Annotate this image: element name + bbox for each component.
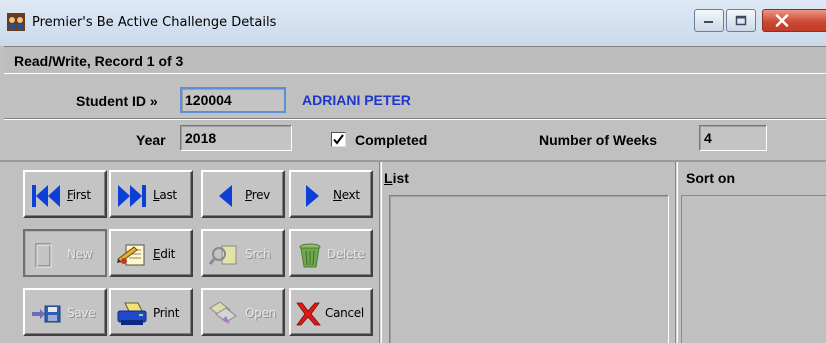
search-icon <box>208 245 237 265</box>
minimize-icon <box>704 20 713 23</box>
prev-button[interactable]: Prev <box>201 170 285 218</box>
check-mark-icon <box>333 134 344 145</box>
panel-splitter[interactable] <box>379 162 382 343</box>
next-button-label: Next <box>333 188 360 202</box>
first-button[interactable]: First <box>23 170 107 218</box>
student-name: ADRIANI PETER <box>302 92 411 108</box>
delete-icon <box>299 243 321 268</box>
app-window: Premier's Be Active Challenge Details Re… <box>0 0 826 343</box>
list-label: List <box>384 170 409 186</box>
prev-button-label: Prev <box>245 188 270 202</box>
window-title: Premier's Be Active Challenge Details <box>32 15 277 30</box>
new-record-icon <box>35 243 52 268</box>
search-button-label: Srch <box>245 247 271 261</box>
edit-button[interactable]: Edit <box>109 229 193 277</box>
prev-record-icon <box>219 185 232 207</box>
student-id-field[interactable]: 120004 <box>180 87 286 113</box>
print-button[interactable]: Print <box>109 288 193 336</box>
status-bar: Read/Write, Record 1 of 3 <box>4 46 826 74</box>
save-icon <box>32 305 61 323</box>
maximize-icon <box>735 15 747 26</box>
last-button[interactable]: Last <box>109 170 193 218</box>
last-button-label: Last <box>153 188 177 202</box>
first-button-label: First <box>67 188 91 202</box>
new-button-label: New <box>67 247 93 261</box>
open-button-label: Open <box>245 306 276 320</box>
app-icon <box>7 13 25 31</box>
sort-on-label: Sort on <box>686 170 735 186</box>
next-button[interactable]: Next <box>289 170 373 218</box>
print-button-label: Print <box>153 306 180 320</box>
cancel-button-label: Cancel <box>325 306 364 320</box>
number-of-weeks-label: Number of Weeks <box>539 132 657 148</box>
record-list[interactable] <box>389 195 669 343</box>
edit-button-label: Edit <box>153 247 176 261</box>
delete-button-label: Delete <box>327 247 365 261</box>
minimize-button[interactable] <box>694 9 724 32</box>
year-label: Year <box>136 132 166 148</box>
panel-splitter-right[interactable] <box>675 162 678 343</box>
sort-options-area[interactable] <box>681 195 826 343</box>
completed-checkbox[interactable] <box>331 132 346 147</box>
open-button[interactable]: Open <box>201 288 285 336</box>
close-button[interactable] <box>762 9 826 32</box>
print-icon <box>117 302 147 325</box>
row-divider <box>4 118 826 120</box>
last-record-icon <box>118 185 146 207</box>
completed-label: Completed <box>355 132 428 148</box>
title-bar[interactable]: Premier's Be Active Challenge Details <box>0 0 826 46</box>
close-icon <box>775 14 788 27</box>
search-button[interactable]: Srch <box>201 229 285 277</box>
edit-icon <box>117 244 145 266</box>
delete-button[interactable]: Delete <box>289 229 373 277</box>
save-button-label: Save <box>67 306 96 320</box>
save-button[interactable]: Save <box>23 288 107 336</box>
cancel-button[interactable]: Cancel <box>289 288 373 336</box>
record-status: Read/Write, Record 1 of 3 <box>14 53 184 69</box>
first-record-icon <box>32 185 60 207</box>
new-button[interactable]: New <box>23 229 107 277</box>
year-field[interactable]: 2018 <box>180 125 292 151</box>
student-id-label: Student ID » <box>76 93 158 109</box>
next-record-icon <box>306 185 319 207</box>
maximize-button[interactable] <box>726 9 756 32</box>
cancel-icon <box>296 302 321 326</box>
open-icon <box>209 301 237 324</box>
number-of-weeks-field[interactable]: 4 <box>699 125 767 151</box>
